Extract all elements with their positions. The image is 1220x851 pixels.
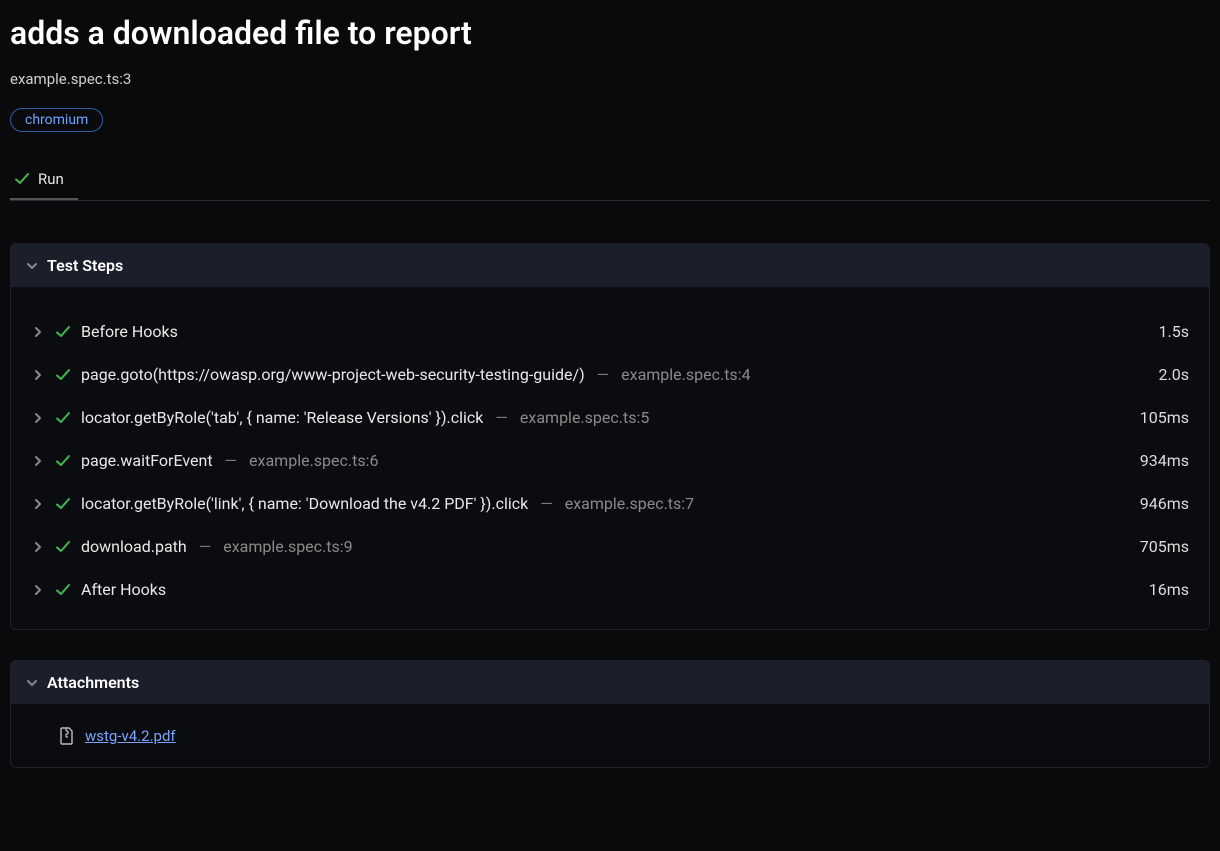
step-title: After Hooks: [81, 580, 166, 599]
page-title: adds a downloaded file to report: [10, 14, 1210, 52]
step-row[interactable]: Before Hooks 1.5s: [21, 310, 1199, 353]
step-row[interactable]: download.path — example.spec.ts:9 705ms: [21, 525, 1199, 568]
file-location: example.spec.ts:3: [10, 70, 1210, 88]
chevron-right-icon: [31, 455, 45, 467]
step-location: example.spec.ts:5: [520, 408, 649, 427]
test-steps-header[interactable]: Test Steps: [11, 244, 1209, 288]
check-icon: [55, 539, 71, 555]
step-title: download.path: [81, 537, 187, 556]
check-icon: [55, 367, 71, 383]
step-duration: 105ms: [1140, 408, 1189, 427]
step-duration: 2.0s: [1159, 365, 1189, 384]
check-icon: [55, 582, 71, 598]
step-location: example.spec.ts:9: [223, 537, 352, 556]
step-title: locator.getByRole('link', { name: 'Downl…: [81, 494, 528, 513]
tab-run[interactable]: Run: [10, 164, 78, 200]
file-zip-icon: [59, 727, 75, 745]
attachment-link[interactable]: wstg-v4.2.pdf: [85, 727, 176, 745]
test-steps-panel: Test Steps Before Hooks 1.5s page.goto(htt…: [10, 243, 1210, 630]
step-title: page.waitForEvent: [81, 451, 213, 470]
chevron-right-icon: [31, 369, 45, 381]
step-row[interactable]: locator.getByRole('tab', { name: 'Releas…: [21, 396, 1199, 439]
chevron-right-icon: [31, 541, 45, 553]
loc-separator: —: [597, 365, 610, 384]
chevron-right-icon: [31, 412, 45, 424]
tab-label: Run: [38, 170, 64, 188]
loc-separator: —: [199, 537, 212, 556]
step-location: example.spec.ts:4: [621, 365, 750, 384]
step-duration: 946ms: [1140, 494, 1189, 513]
check-icon: [55, 496, 71, 512]
attachments-panel: Attachments wstg-v4.2.pdf: [10, 660, 1210, 768]
loc-separator: —: [225, 451, 238, 470]
section-title: Attachments: [47, 673, 139, 692]
step-location: example.spec.ts:7: [565, 494, 694, 513]
check-icon: [55, 453, 71, 469]
step-row[interactable]: locator.getByRole('link', { name: 'Downl…: [21, 482, 1199, 525]
check-icon: [55, 410, 71, 426]
check-icon: [55, 324, 71, 340]
step-location: example.spec.ts:6: [249, 451, 378, 470]
chevron-down-icon: [25, 677, 39, 689]
attachment-row: wstg-v4.2.pdf: [59, 727, 1189, 745]
chevron-right-icon: [31, 498, 45, 510]
step-row[interactable]: page.waitForEvent — example.spec.ts:6 934…: [21, 439, 1199, 482]
chevron-right-icon: [31, 584, 45, 596]
chevron-down-icon: [25, 260, 39, 272]
browser-tag[interactable]: chromium: [10, 108, 103, 132]
step-duration: 705ms: [1140, 537, 1189, 556]
step-row[interactable]: After Hooks 16ms: [21, 568, 1199, 611]
loc-separator: —: [540, 494, 553, 513]
step-duration: 934ms: [1140, 451, 1189, 470]
step-title: Before Hooks: [81, 322, 178, 341]
step-row[interactable]: page.goto(https://owasp.org/www-project-…: [21, 353, 1199, 396]
step-title: page.goto(https://owasp.org/www-project-…: [81, 365, 585, 384]
step-duration: 16ms: [1149, 580, 1189, 599]
section-title: Test Steps: [47, 256, 123, 275]
chevron-right-icon: [31, 326, 45, 338]
step-duration: 1.5s: [1159, 322, 1189, 341]
loc-separator: —: [495, 408, 508, 427]
step-title: locator.getByRole('tab', { name: 'Releas…: [81, 408, 483, 427]
check-icon: [14, 171, 30, 187]
attachments-header[interactable]: Attachments: [11, 661, 1209, 705]
